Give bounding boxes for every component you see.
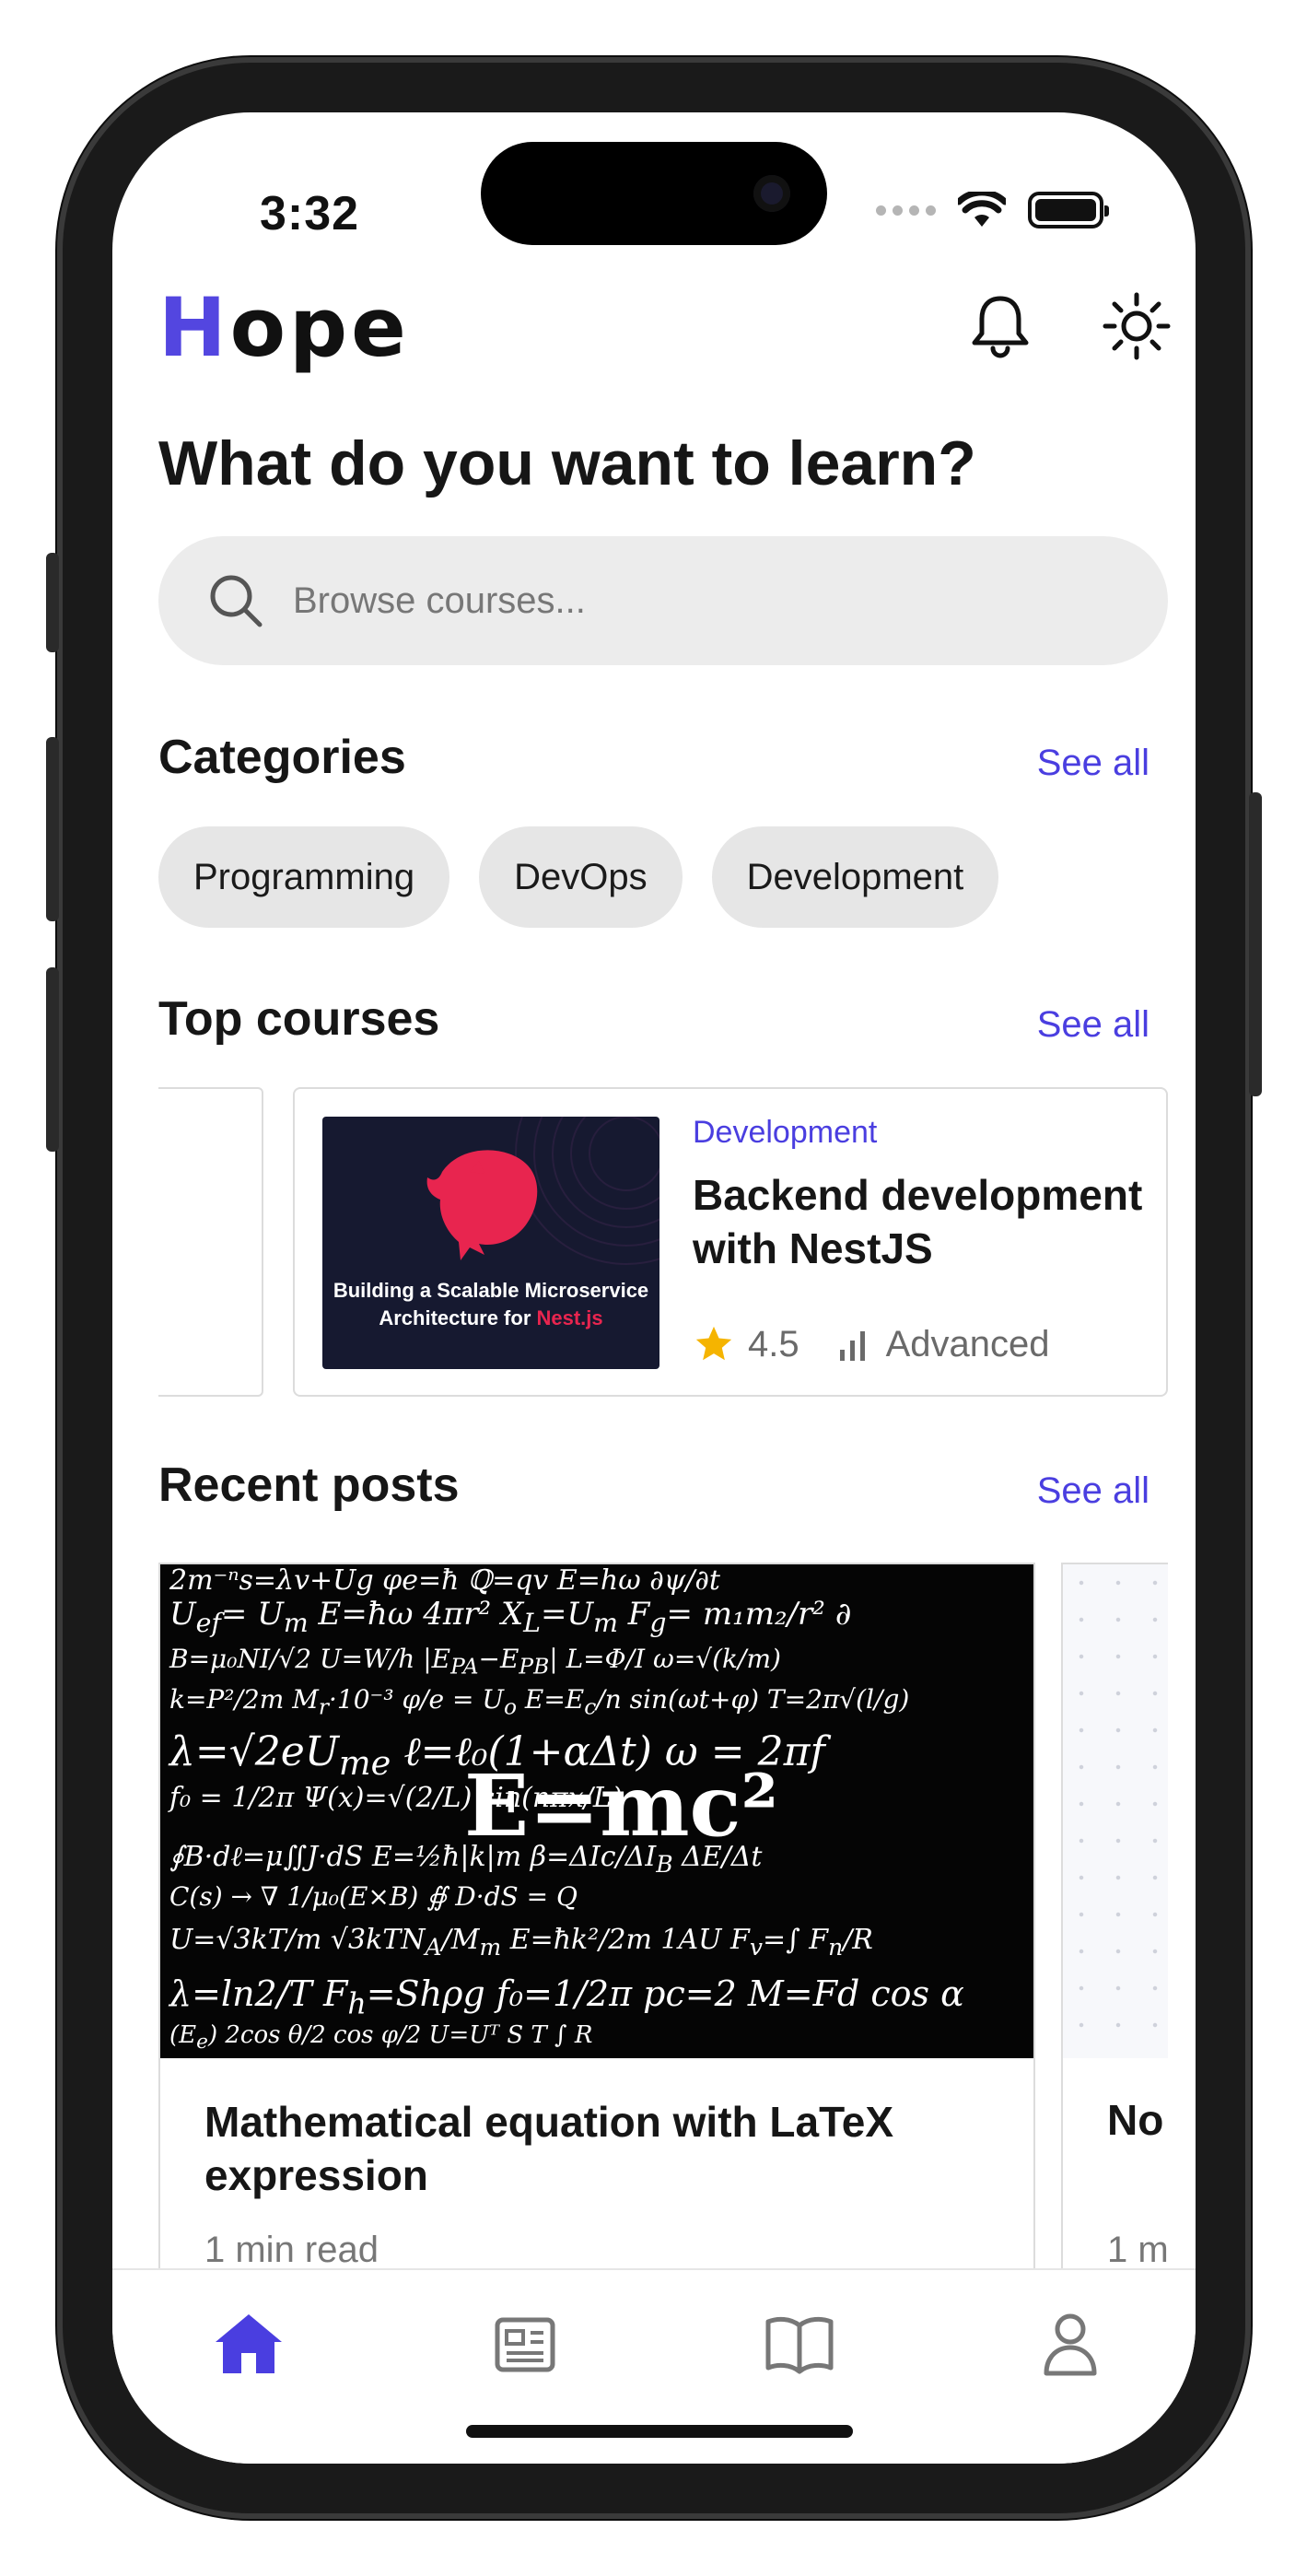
categories-see-all-link[interactable]: See all xyxy=(1037,743,1149,784)
course-rating: 4.5 xyxy=(748,1323,799,1364)
course-thumbnail-caption: Building a Scalable Microservice Archite… xyxy=(333,1279,649,1329)
post-read-time: 1 min read xyxy=(204,2230,379,2270)
course-category: Development xyxy=(693,1115,878,1150)
search-placeholder: Browse courses... xyxy=(293,580,586,621)
category-chips: Programming DevOps Development xyxy=(158,826,999,928)
book-icon[interactable] xyxy=(763,2307,836,2381)
category-chip-programming[interactable]: Programming xyxy=(158,826,450,928)
search-icon xyxy=(210,575,263,627)
sun-icon[interactable] xyxy=(1100,289,1173,363)
post-title: Mathematical equation with LaTeX express… xyxy=(204,2098,894,2199)
course-thumbnail: Building a Scalable Microservice Archite… xyxy=(322,1117,659,1369)
recent-posts-see-all-link[interactable]: See all xyxy=(1037,1470,1149,1512)
status-time: 3:32 xyxy=(260,187,360,240)
page-title: What do you want to learn? xyxy=(158,428,976,498)
screen: 3:32 Hope What do you want to learn? Bro… xyxy=(112,112,1196,2464)
news-icon[interactable] xyxy=(488,2307,562,2381)
course-card[interactable]: Building a Scalable Microservice Archite… xyxy=(293,1087,1168,1397)
camera-icon xyxy=(753,175,790,212)
status-indicators xyxy=(876,192,1109,228)
post-title-partial: No xyxy=(1107,2096,1164,2144)
course-meta: 4.5 Advanced xyxy=(693,1323,1050,1365)
cellular-signal-icon xyxy=(876,205,936,216)
course-card-partial[interactable] xyxy=(158,1087,263,1397)
post-read-time-partial: 1 m xyxy=(1107,2230,1169,2270)
dynamic-island xyxy=(481,142,827,245)
level-bars-icon xyxy=(839,1331,865,1361)
bell-icon[interactable] xyxy=(963,289,1037,363)
home-icon[interactable] xyxy=(212,2307,286,2381)
wifi-icon xyxy=(958,192,1006,227)
course-level: Advanced xyxy=(885,1323,1050,1364)
power-button xyxy=(1249,792,1262,1096)
mute-switch xyxy=(46,553,59,652)
volume-down-button xyxy=(46,967,59,1152)
top-courses-see-all-link[interactable]: See all xyxy=(1037,1004,1149,1046)
volume-up-button xyxy=(46,737,59,921)
app-logo: Hope xyxy=(158,280,410,375)
star-icon xyxy=(695,1326,732,1361)
scroll-mask xyxy=(1168,1550,1196,2314)
search-input[interactable]: Browse courses... xyxy=(158,536,1168,665)
top-courses-title: Top courses xyxy=(158,992,440,1046)
categories-title: Categories xyxy=(158,731,406,784)
profile-icon[interactable] xyxy=(1033,2307,1107,2381)
home-indicator[interactable] xyxy=(466,2425,853,2438)
course-title: Backend development with NestJS xyxy=(693,1171,1143,1272)
category-chip-development[interactable]: Development xyxy=(711,826,999,928)
battery-icon xyxy=(1028,192,1109,228)
post-image: 2m⁻ⁿs=λv+Ug φe=ħ ℚ=qv E=hω ∂ψ/∂t Uef= Um… xyxy=(160,1564,1033,2058)
post-card[interactable]: 2m⁻ⁿs=λv+Ug φe=ħ ℚ=qv E=hω ∂ψ/∂t Uef= Um… xyxy=(158,1563,1035,2300)
recent-posts-title: Recent posts xyxy=(158,1458,460,1512)
category-chip-devops[interactable]: DevOps xyxy=(479,826,683,928)
